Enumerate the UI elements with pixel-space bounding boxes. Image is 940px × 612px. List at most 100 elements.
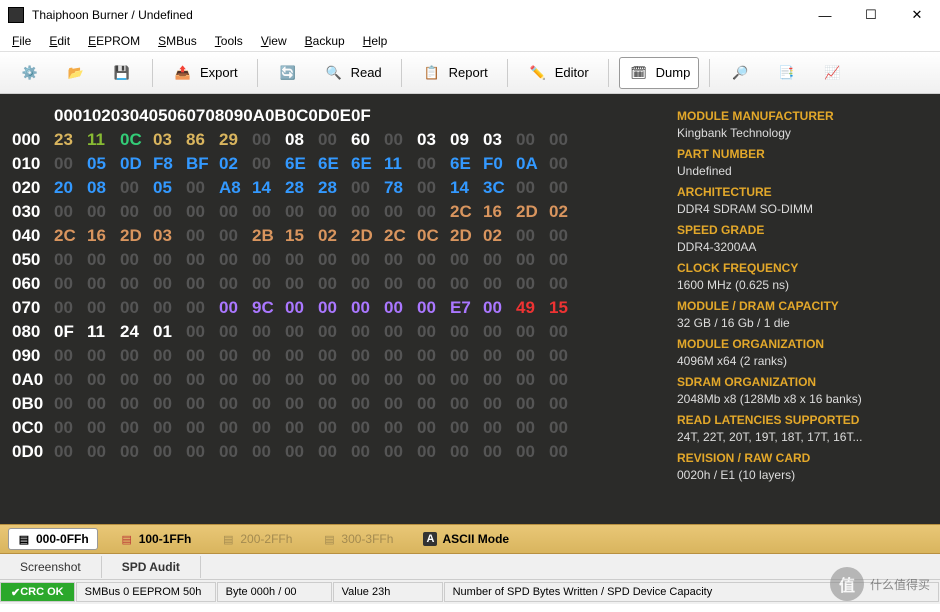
hex-byte[interactable]: 00 (54, 152, 87, 176)
hex-byte[interactable]: 00 (351, 200, 384, 224)
hex-byte[interactable]: 03 (483, 128, 516, 152)
hex-byte[interactable]: 00 (450, 368, 483, 392)
hex-byte[interactable]: 00 (417, 296, 450, 320)
hex-byte[interactable]: 00 (351, 392, 384, 416)
hex-byte[interactable]: 00 (549, 344, 582, 368)
hex-byte[interactable]: 00 (384, 296, 417, 320)
hex-byte[interactable]: 00 (186, 224, 219, 248)
hex-byte[interactable]: 00 (54, 368, 87, 392)
hex-byte[interactable]: 2D (516, 200, 549, 224)
hex-byte[interactable]: 00 (186, 248, 219, 272)
hex-byte[interactable]: 00 (87, 200, 120, 224)
hex-byte[interactable]: 00 (516, 224, 549, 248)
hex-byte[interactable]: 00 (483, 272, 516, 296)
hex-byte[interactable]: 05 (153, 176, 186, 200)
hex-byte[interactable]: 00 (252, 368, 285, 392)
hex-byte[interactable]: 0D (120, 152, 153, 176)
hex-byte[interactable]: 11 (384, 152, 417, 176)
inspect-button[interactable]: 🔎 (720, 57, 760, 89)
hex-byte[interactable]: 00 (153, 200, 186, 224)
hex-byte[interactable]: 00 (153, 440, 186, 464)
hex-byte[interactable]: 00 (417, 176, 450, 200)
hex-byte[interactable]: 00 (483, 344, 516, 368)
hex-byte[interactable]: 00 (285, 272, 318, 296)
hex-byte[interactable]: 00 (417, 440, 450, 464)
hex-byte[interactable]: 00 (285, 296, 318, 320)
hex-byte[interactable]: 11 (87, 128, 120, 152)
hex-byte[interactable]: 02 (219, 152, 252, 176)
hex-byte[interactable]: 00 (318, 368, 351, 392)
hex-byte[interactable]: 00 (252, 344, 285, 368)
hex-byte[interactable]: 00 (450, 248, 483, 272)
hex-byte[interactable]: 02 (318, 224, 351, 248)
hex-byte[interactable]: 16 (87, 224, 120, 248)
hex-byte[interactable]: 00 (318, 200, 351, 224)
hex-byte[interactable]: 00 (549, 248, 582, 272)
hex-byte[interactable]: 00 (417, 392, 450, 416)
hex-byte[interactable]: 00 (186, 392, 219, 416)
hex-byte[interactable]: 00 (120, 296, 153, 320)
read-button[interactable]: 🔍Read (314, 57, 391, 89)
hex-byte[interactable]: 00 (318, 272, 351, 296)
hex-byte[interactable]: 00 (186, 272, 219, 296)
hex-byte[interactable]: 00 (351, 320, 384, 344)
hex-byte[interactable]: 00 (219, 392, 252, 416)
hex-byte[interactable]: 00 (252, 416, 285, 440)
hex-byte[interactable]: 00 (252, 248, 285, 272)
hex-byte[interactable]: 00 (549, 128, 582, 152)
hex-byte[interactable]: 00 (285, 440, 318, 464)
hex-byte[interactable]: 00 (417, 272, 450, 296)
hex-byte[interactable]: 00 (318, 440, 351, 464)
menu-eeprom[interactable]: EEPROM (80, 32, 148, 50)
hex-byte[interactable]: 28 (318, 176, 351, 200)
hex-byte[interactable]: 00 (549, 176, 582, 200)
hex-byte[interactable]: 00 (384, 392, 417, 416)
hex-byte[interactable]: 00 (351, 248, 384, 272)
hex-byte[interactable]: 00 (285, 248, 318, 272)
hex-byte[interactable]: 00 (549, 368, 582, 392)
hex-byte[interactable]: 00 (120, 176, 153, 200)
hex-byte[interactable]: 00 (450, 272, 483, 296)
hex-byte[interactable]: 9C (252, 296, 285, 320)
tab-100-1ff[interactable]: ▤100-1FFh (112, 529, 200, 549)
hex-byte[interactable]: 00 (549, 320, 582, 344)
hex-byte[interactable]: 00 (516, 392, 549, 416)
hex-byte[interactable]: 00 (87, 272, 120, 296)
graph-button[interactable]: 📈 (812, 57, 852, 89)
hex-byte[interactable]: 00 (549, 392, 582, 416)
hex-byte[interactable]: 00 (219, 320, 252, 344)
hex-byte[interactable]: 00 (483, 392, 516, 416)
hex-byte[interactable]: 00 (351, 416, 384, 440)
hex-byte[interactable]: 00 (219, 440, 252, 464)
hex-byte[interactable]: 00 (318, 320, 351, 344)
hex-byte[interactable]: 00 (483, 368, 516, 392)
hex-byte[interactable]: 00 (285, 200, 318, 224)
hex-byte[interactable]: 2D (120, 224, 153, 248)
hex-byte[interactable]: 2D (450, 224, 483, 248)
hex-byte[interactable]: 00 (186, 296, 219, 320)
hex-byte[interactable]: 00 (285, 392, 318, 416)
hex-byte[interactable]: 09 (450, 128, 483, 152)
menu-tools[interactable]: Tools (207, 32, 251, 50)
hex-byte[interactable]: 00 (516, 248, 549, 272)
hex-byte[interactable]: E7 (450, 296, 483, 320)
hex-byte[interactable]: 00 (384, 248, 417, 272)
hex-byte[interactable]: 20 (54, 176, 87, 200)
copy-button[interactable]: 📑 (766, 57, 806, 89)
hex-byte[interactable]: 00 (516, 344, 549, 368)
hex-byte[interactable]: 00 (285, 416, 318, 440)
hex-byte[interactable]: 00 (516, 416, 549, 440)
hex-byte[interactable]: 49 (516, 296, 549, 320)
hex-byte[interactable]: 24 (120, 320, 153, 344)
hex-byte[interactable]: 00 (318, 128, 351, 152)
hex-byte[interactable]: 14 (252, 176, 285, 200)
hex-byte[interactable]: 2B (252, 224, 285, 248)
hex-byte[interactable]: 02 (549, 200, 582, 224)
hex-byte[interactable]: 00 (450, 320, 483, 344)
open-button[interactable]: 📂 (56, 57, 96, 89)
hex-byte[interactable]: 00 (384, 128, 417, 152)
hex-byte[interactable]: 00 (549, 152, 582, 176)
hex-byte[interactable]: 03 (153, 224, 186, 248)
hex-byte[interactable]: 00 (516, 368, 549, 392)
hex-byte[interactable]: 00 (417, 344, 450, 368)
